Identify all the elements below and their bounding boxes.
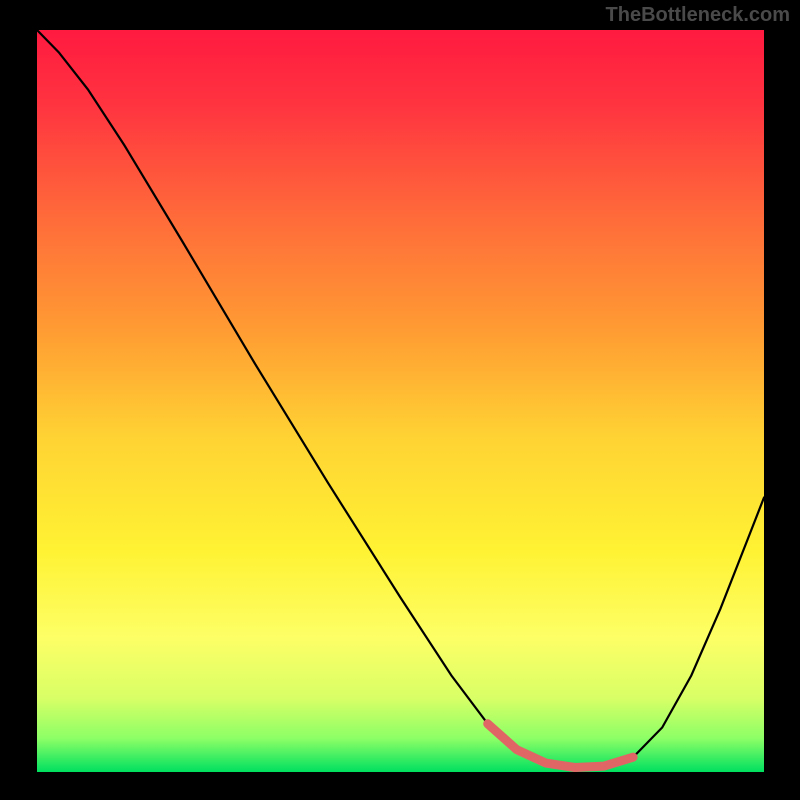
chart-frame: TheBottleneck.com [0,0,800,800]
bottleneck-chart [0,0,800,800]
gradient-background [37,30,764,772]
